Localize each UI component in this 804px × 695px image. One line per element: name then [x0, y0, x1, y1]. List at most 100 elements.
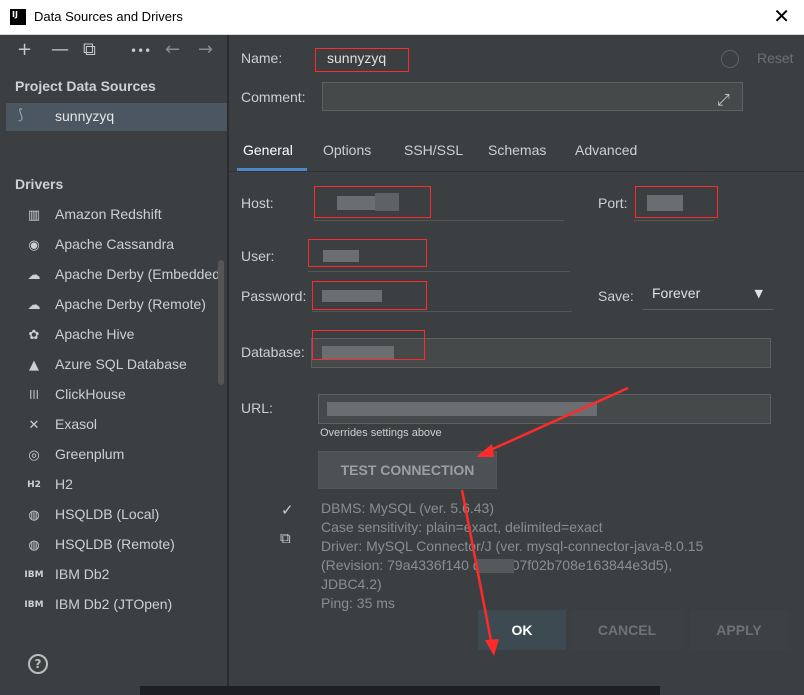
driver-label: Apache Hive	[55, 326, 135, 342]
driver-label: HSQLDB (Remote)	[55, 536, 175, 552]
reset-button[interactable]: Reset	[757, 50, 794, 66]
info-dbms: DBMS: MySQL (ver. 5.6.43)	[321, 500, 494, 516]
driver-item[interactable]: IBM IBM Db2	[22, 562, 227, 588]
driver-label: Greenplum	[55, 446, 125, 462]
overrides-note: Overrides settings above	[320, 427, 442, 439]
apply-button[interactable]: APPLY	[690, 610, 788, 650]
hive-icon: ✿	[28, 327, 40, 343]
driver-item[interactable]: ▥ Amazon Redshift	[22, 202, 227, 228]
db2-icon: IBM	[24, 600, 44, 610]
driver-item[interactable]: ▲ Azure SQL Database	[22, 352, 227, 378]
driver-label: Exasol	[55, 416, 98, 432]
save-label: Save:	[598, 288, 634, 304]
cassandra-icon: ◉	[28, 237, 40, 253]
close-icon[interactable]: ✕	[773, 4, 790, 28]
cancel-button[interactable]: CANCEL	[572, 610, 682, 650]
password-label: Password:	[241, 288, 307, 304]
info-ping: Ping: 35 ms	[321, 595, 395, 611]
scrollbar[interactable]	[218, 260, 224, 385]
back-icon[interactable]: ←	[165, 39, 180, 60]
driver-label: Apache Derby (Embedded)	[55, 266, 225, 282]
driver-item[interactable]: ☁ Apache Derby (Remote)	[22, 292, 227, 318]
driver-label: Azure SQL Database	[55, 356, 187, 372]
database-label: Database:	[241, 344, 305, 360]
remove-icon[interactable]: —	[51, 39, 69, 60]
driver-item[interactable]: ||| ClickHouse	[22, 382, 227, 408]
add-icon[interactable]: +	[17, 39, 32, 60]
driver-label: Apache Derby (Remote)	[55, 296, 206, 312]
driver-label: H2	[55, 476, 73, 492]
save-password-select[interactable]: Forever ▼	[643, 280, 773, 310]
derby-icon: ☁	[27, 267, 41, 283]
driver-item[interactable]: ◉ Apache Cassandra	[22, 232, 227, 258]
info-driver: Driver: MySQL Connector/J (ver. mysql-co…	[321, 538, 704, 554]
tab-ssh-ssl[interactable]: SSH/SSL	[404, 142, 463, 158]
name-label: Name:	[241, 50, 283, 66]
tab-advanced[interactable]: Advanced	[575, 142, 637, 158]
project-data-sources-heading: Project Data Sources	[15, 78, 156, 94]
reset-indicator-icon	[721, 50, 739, 68]
clickhouse-icon: |||	[29, 390, 39, 400]
h2-icon: H2	[27, 480, 41, 490]
host-label: Host:	[241, 195, 274, 211]
greenplum-icon: ◎	[28, 447, 40, 463]
revision-redacted	[476, 559, 514, 573]
save-select-value: Forever	[652, 285, 701, 301]
annotation-box-password	[312, 281, 427, 310]
hsqldb-icon: ◍	[28, 537, 40, 553]
comment-field[interactable]	[322, 82, 743, 111]
expand-icon[interactable]: ⤢	[717, 90, 730, 110]
driver-item[interactable]: ◎ Greenplum	[22, 442, 227, 468]
copy-icon[interactable]: ⧉	[280, 529, 291, 547]
driver-item[interactable]: H2 H2	[22, 472, 227, 498]
driver-item[interactable]: ☁ Apache Derby (Embedded)	[22, 262, 227, 288]
driver-item[interactable]: ◍ HSQLDB (Remote)	[22, 532, 227, 558]
annotation-box-name	[315, 48, 409, 72]
redshift-icon: ▥	[27, 207, 41, 223]
tab-schemas[interactable]: Schemas	[488, 142, 546, 158]
more-icon[interactable]: •••	[130, 44, 151, 58]
forward-icon[interactable]: →	[198, 39, 213, 60]
drivers-heading: Drivers	[15, 176, 64, 192]
db2-icon: IBM	[24, 570, 44, 580]
derby-icon: ☁	[27, 297, 41, 313]
url-value-redacted	[327, 402, 597, 416]
hsqldb-icon: ◍	[28, 507, 40, 523]
mysql-dolphin-icon: ⟆	[18, 107, 24, 123]
left-panel: + — ⧉ ••• ← → Project Data Sources ⟆ sun…	[0, 35, 228, 695]
copy-icon[interactable]: ⧉	[83, 39, 96, 60]
annotation-box-database	[312, 330, 425, 360]
right-panel: Name: sunnyzyq Reset Comment: ⤢ General …	[229, 35, 804, 695]
test-connection-button[interactable]: TEST CONNECTION	[318, 451, 497, 489]
editor-behind-strip	[140, 686, 660, 695]
annotation-box-port	[635, 186, 718, 218]
annotation-box-host	[314, 186, 431, 218]
comment-label: Comment:	[241, 89, 306, 105]
data-source-item[interactable]: ⟆ sunnyzyq	[6, 103, 227, 131]
check-icon: ✓	[281, 501, 294, 519]
driver-item[interactable]: IBM IBM Db2 (JTOpen)	[22, 592, 227, 618]
info-jdbc: JDBC4.2)	[321, 576, 382, 592]
tab-general[interactable]: General	[243, 142, 293, 158]
driver-item[interactable]: ◍ HSQLDB (Local)	[22, 502, 227, 528]
driver-label: IBM Db2	[55, 566, 110, 582]
tab-options[interactable]: Options	[323, 142, 371, 158]
title-bar: IJ Data Sources and Drivers ✕	[0, 0, 804, 35]
driver-item[interactable]: ✕ Exasol	[22, 412, 227, 438]
driver-label: IBM Db2 (JTOpen)	[55, 596, 173, 612]
data-source-label: sunnyzyq	[55, 108, 115, 124]
info-case-sensitivity: Case sensitivity: plain=exact, delimited…	[321, 519, 603, 535]
annotation-box-user	[308, 239, 427, 267]
chevron-down-icon: ▼	[754, 287, 763, 300]
driver-label: Apache Cassandra	[55, 236, 175, 252]
user-label: User:	[241, 248, 275, 264]
port-label: Port:	[598, 195, 628, 211]
driver-item[interactable]: ✿ Apache Hive	[22, 322, 227, 348]
driver-label: ClickHouse	[55, 386, 126, 402]
help-icon[interactable]: ?	[28, 654, 48, 674]
exasol-icon: ✕	[28, 417, 40, 433]
driver-label: HSQLDB (Local)	[55, 506, 160, 522]
azure-icon: ▲	[29, 357, 39, 373]
url-label: URL:	[241, 400, 273, 416]
ok-button[interactable]: OK	[478, 610, 566, 650]
